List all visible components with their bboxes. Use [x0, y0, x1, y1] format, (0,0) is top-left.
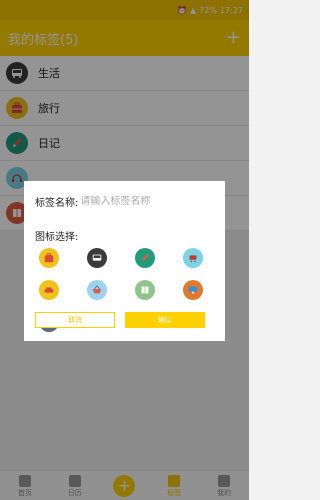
- add-tag-dialog: 标签名称: 图标选择: 取消 确认: [24, 181, 225, 341]
- dialog-button-row: 取消 确认: [35, 312, 205, 328]
- suitcase-icon[interactable]: [39, 248, 59, 268]
- bus-icon[interactable]: [87, 248, 107, 268]
- icon-select-heading: 图标选择:: [35, 232, 79, 243]
- shopping-cart-icon[interactable]: [183, 248, 203, 268]
- tag-name-input[interactable]: [80, 196, 191, 207]
- car-icon[interactable]: [39, 280, 59, 300]
- confirm-button[interactable]: 确认: [125, 312, 205, 328]
- monitor-icon[interactable]: [183, 280, 203, 300]
- tag-name-label: 标签名称:: [35, 198, 79, 209]
- pencil-icon[interactable]: [135, 248, 155, 268]
- book-icon[interactable]: [135, 280, 155, 300]
- tag-name-row: 标签名称:: [35, 194, 191, 209]
- basket-icon[interactable]: [87, 280, 107, 300]
- cancel-button[interactable]: 取消: [35, 312, 115, 328]
